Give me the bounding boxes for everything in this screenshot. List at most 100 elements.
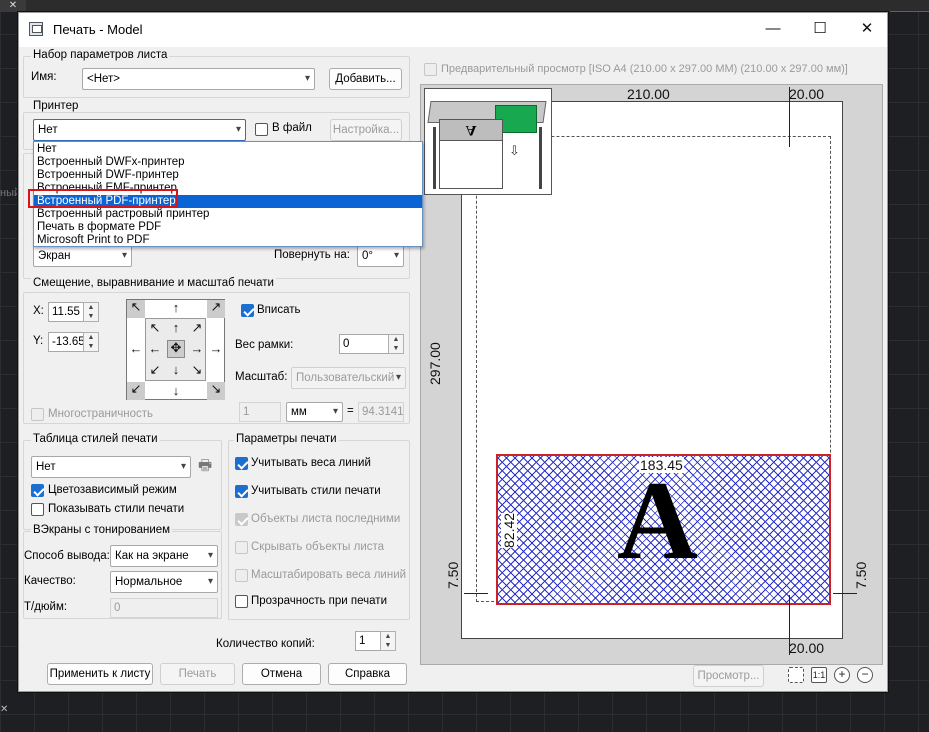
arrow-nw-inner-icon[interactable]: ↖: [148, 321, 162, 335]
arrow-nw-icon[interactable]: ↖: [127, 300, 145, 318]
arrow-down-icon[interactable]: ↓: [167, 384, 185, 398]
page-setup-name-combo[interactable]: <Нет> ▾: [82, 68, 315, 90]
plot-what-value: Экран: [38, 250, 71, 262]
scale-combo[interactable]: Пользовательский ▾: [291, 367, 406, 389]
arrow-se-inner-icon[interactable]: ↘: [190, 363, 204, 377]
fit-checkbox[interactable]: [241, 304, 254, 317]
ratio-left-input[interactable]: 1: [239, 402, 281, 422]
copies-spinner[interactable]: ▲ ▼: [380, 631, 396, 651]
y-input[interactable]: -13.65: [48, 332, 84, 352]
background-close-icon-bottom[interactable]: ✕: [0, 704, 8, 715]
quality-combo[interactable]: Нормальное ▾: [110, 571, 218, 593]
chevron-down-icon: ▾: [207, 550, 213, 561]
printer-option[interactable]: Встроенный растровый принтер: [34, 208, 422, 221]
arrow-ne-inner-icon[interactable]: ↗: [190, 321, 204, 335]
rotate-value: 0°: [362, 250, 373, 262]
down-arrow-icon: ⇩: [509, 143, 520, 158]
minimize-button[interactable]: —: [750, 13, 796, 45]
zoom-out-icon[interactable]: −: [857, 667, 873, 683]
highlight-box: [28, 189, 178, 208]
x-input[interactable]: 11.55: [48, 302, 84, 322]
fit-label: Вписать: [257, 304, 301, 316]
help-button[interactable]: Справка: [328, 663, 407, 685]
unit-combo[interactable]: мм ▾: [286, 402, 343, 422]
y-spinner[interactable]: ▲ ▼: [83, 332, 99, 352]
arrow-ne-icon[interactable]: ↗: [207, 300, 225, 318]
print-option-checkbox[interactable]: [235, 457, 248, 470]
print-option-checkbox[interactable]: [235, 541, 248, 554]
print-button[interactable]: Печать: [160, 663, 235, 685]
arrow-right-inner-icon[interactable]: →: [190, 342, 204, 356]
color-dependent-checkbox[interactable]: [31, 484, 44, 497]
output-mode-combo[interactable]: Как на экране ▾: [110, 545, 218, 567]
center-move-icon[interactable]: ✥: [167, 340, 185, 358]
style-table-combo[interactable]: Нет ▾: [31, 456, 191, 478]
arrow-up-icon[interactable]: ↑: [167, 301, 185, 315]
preview-button[interactable]: Просмотр...: [693, 665, 764, 687]
page-setup-group-label: Набор параметров листа: [31, 49, 170, 61]
arrow-se-icon[interactable]: ↘: [207, 382, 225, 400]
arrow-up-inner-icon[interactable]: ↑: [169, 321, 183, 335]
shaded-group-label: ВЭкраны с тонированием: [31, 524, 173, 536]
print-option-checkbox[interactable]: [235, 513, 248, 526]
unit-value: мм: [291, 406, 307, 418]
width-dimension: 210.00: [627, 86, 670, 102]
printer-edit-icon[interactable]: 🖶: [198, 457, 215, 475]
arrow-right-icon[interactable]: →: [208, 342, 224, 356]
cancel-button[interactable]: Отмена: [242, 663, 321, 685]
arrow-down-inner-icon[interactable]: ↓: [169, 363, 183, 377]
fit-window-icon[interactable]: [788, 667, 804, 683]
add-button[interactable]: Добавить...: [329, 68, 402, 90]
arrow-left-icon[interactable]: ←: [128, 342, 144, 356]
arrow-left-inner-icon[interactable]: ←: [148, 342, 162, 356]
preview-checkbox[interactable]: [424, 63, 437, 76]
area-height-dimension: 82.42: [501, 512, 517, 548]
arrow-sw-icon[interactable]: ↙: [127, 382, 145, 400]
dpi-input[interactable]: 0: [110, 598, 218, 618]
printer-option[interactable]: Нет: [34, 143, 422, 156]
multipage-checkbox[interactable]: [31, 408, 44, 421]
copies-input[interactable]: 1: [355, 631, 381, 651]
quality-value: Нормальное: [115, 576, 183, 588]
maximize-button[interactable]: ☐: [797, 13, 843, 45]
background-close-icon[interactable]: ✕: [0, 0, 26, 12]
print-option-checkbox[interactable]: [235, 485, 248, 498]
chevron-down-icon: ▾: [235, 124, 241, 135]
print-option-checkbox[interactable]: [235, 569, 248, 582]
close-button[interactable]: ✕: [844, 13, 890, 45]
actual-size-icon[interactable]: 1:1: [811, 667, 827, 683]
chevron-down-icon: ▾: [207, 576, 213, 587]
page-setup-name-value: <Нет>: [87, 73, 121, 85]
plotter-leg-right: [539, 127, 542, 189]
arrow-sw-inner-icon[interactable]: ↙: [148, 363, 162, 377]
plot-what-combo[interactable]: Экран ▾: [33, 245, 132, 267]
scale-value: Пользовательский: [296, 372, 395, 384]
plot-letter: A: [617, 459, 698, 583]
printer-option[interactable]: Microsoft Print to PDF: [34, 234, 422, 247]
y-label: Y:: [33, 335, 44, 347]
to-file-checkbox[interactable]: [255, 123, 268, 136]
equals-sign: =: [347, 405, 354, 417]
printer-combo[interactable]: Нет ▾: [33, 119, 246, 141]
ratio-right-input[interactable]: 94.3141: [358, 402, 404, 422]
show-styles-checkbox[interactable]: [31, 503, 44, 516]
printer-settings-button[interactable]: Настройка...: [330, 119, 402, 141]
output-mode-value: Как на экране: [115, 550, 189, 562]
height-dimension: 297.00: [427, 342, 443, 385]
scale-label: Масштаб:: [235, 371, 288, 383]
print-option-checkbox[interactable]: [235, 595, 248, 608]
rotate-combo[interactable]: 0° ▾: [357, 245, 404, 267]
printer-option[interactable]: Печать в формате PDF: [34, 221, 422, 234]
x-label: X:: [33, 305, 44, 317]
printer-option[interactable]: Встроенный DWFx-принтер: [34, 156, 422, 169]
border-weight-spinner[interactable]: ▲ ▼: [388, 334, 404, 354]
apply-to-layout-button[interactable]: Применить к листу: [47, 663, 153, 685]
zoom-in-icon[interactable]: +: [834, 667, 850, 683]
border-weight-input[interactable]: 0: [339, 334, 389, 354]
alignment-grid[interactable]: ↖ ↑ ↗ ← → ↙ ↓ ↘ ↖ ↑ ↗ ← ✥ → ↙ ↓ ↘: [126, 299, 225, 400]
page-setup-name-label: Имя:: [31, 71, 57, 83]
printer-option[interactable]: Встроенный DWF-принтер: [34, 169, 422, 182]
x-spinner[interactable]: ▲ ▼: [83, 302, 99, 322]
rotate-label: Повернуть на:: [274, 249, 350, 261]
print-option-label: Учитывать веса линий: [251, 457, 371, 469]
